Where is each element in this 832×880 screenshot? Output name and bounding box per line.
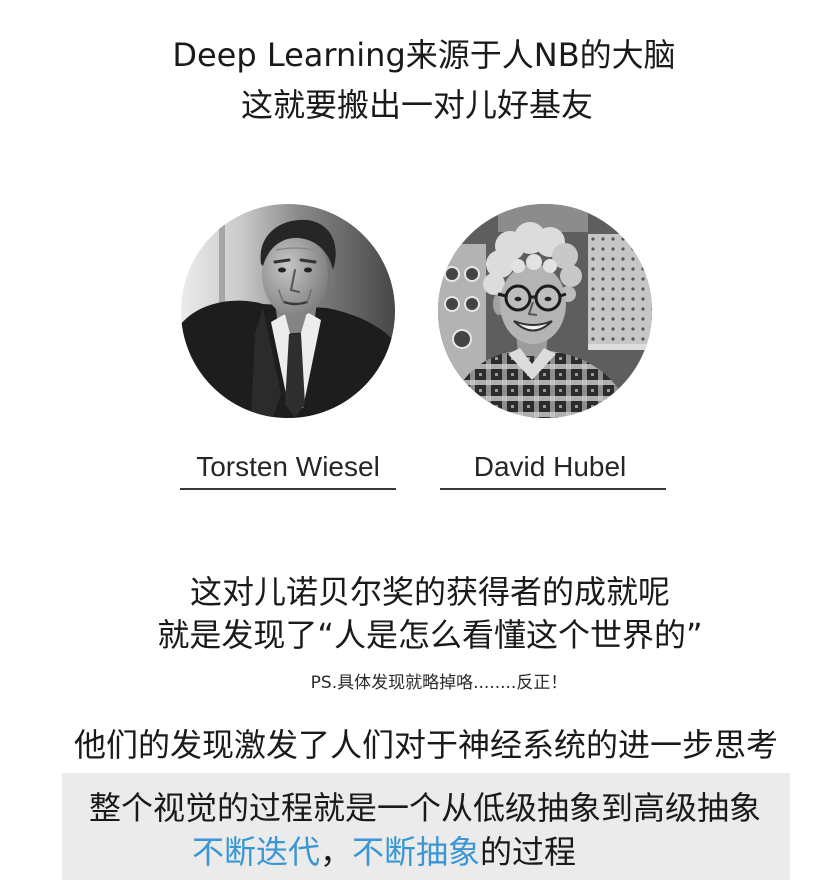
summary-separator: ， (320, 833, 353, 871)
summary-line-1: 整个视觉的过程就是一个从低级抽象到高级抽象 (88, 789, 761, 827)
name-underline (440, 488, 666, 490)
highlight-iterate: 不断迭代 (192, 833, 321, 871)
achievement-line-2: 就是发现了“人是怎么看懂这个世界的” (157, 616, 703, 654)
page-title: Deep Learning来源于人NB的大脑 (172, 36, 676, 74)
ps-note: PS.具体发现就略掉咯........反正！ (310, 673, 568, 693)
inspiration-text: 他们的发现激发了人们对于神经系统的进一步思考 (73, 726, 778, 764)
name-underline (180, 488, 396, 490)
portrait-photo (438, 204, 652, 418)
page-subtitle: 这就要搬出一对儿好基友 (240, 86, 593, 124)
portrait-torsten-wiesel (181, 204, 395, 418)
summary-box: 整个视觉的过程就是一个从低级抽象到高级抽象 不断迭代，不断抽象的过程 (62, 773, 790, 880)
summary-tail: 的过程 (480, 833, 577, 871)
scientist-name-david-hubel: David Hubel (473, 451, 627, 482)
portrait-david-hubel (438, 204, 652, 418)
achievement-line-1: 这对儿诺贝尔奖的获得者的成就呢 (189, 573, 670, 611)
highlight-abstract: 不断抽象 (352, 833, 481, 871)
summary-line-2: 不断迭代，不断抽象的过程 (192, 832, 752, 872)
portrait-photo (181, 204, 395, 418)
scientist-name-torsten-wiesel: Torsten Wiesel (196, 451, 380, 482)
